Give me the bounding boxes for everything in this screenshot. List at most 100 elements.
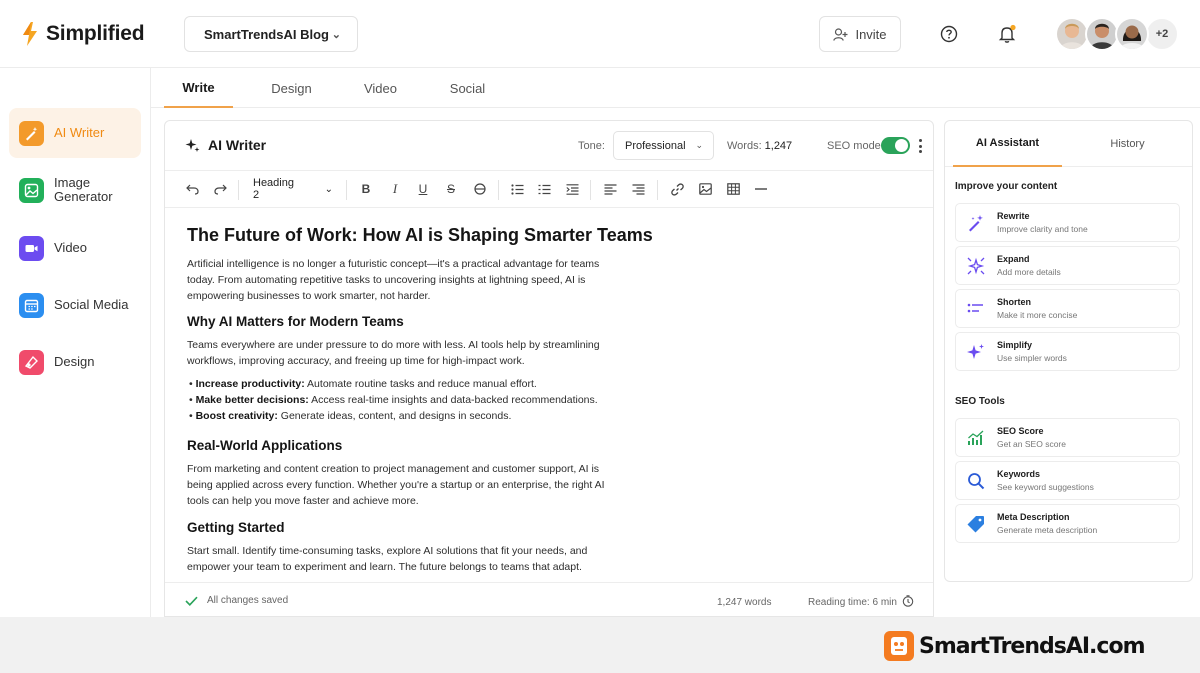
section-heading: Real-World Applications [187, 438, 343, 453]
more-members-badge[interactable]: +2 [1145, 17, 1179, 51]
card-title: Rewrite [997, 211, 1030, 221]
numbered-list-icon[interactable] [537, 180, 551, 198]
sidebar-item-video[interactable]: Video [9, 223, 141, 273]
list-item: • Increase productivity: Automate routin… [189, 378, 537, 390]
list-item-bold: Make better decisions: [195, 394, 309, 406]
underline-icon[interactable]: U [417, 180, 429, 198]
align-left-icon[interactable] [603, 180, 617, 198]
tab-video[interactable]: Video [346, 68, 415, 108]
heading-select[interactable]: Heading 2 ⌄ [253, 177, 333, 201]
card-subtitle: Add more details [997, 267, 1061, 277]
editor-header: AI Writer Tone: Professional ⌄ Words: 1,2… [165, 121, 933, 171]
undo-icon[interactable] [185, 180, 199, 198]
card-subtitle: Make it more concise [997, 310, 1078, 320]
expand-action[interactable]: Expand Add more details [955, 246, 1180, 285]
more-options-icon[interactable] [915, 137, 925, 155]
tab-history[interactable]: History [1073, 121, 1182, 167]
list-item: • Boost creativity: Generate ideas, cont… [189, 410, 512, 422]
logo-bolt-icon [23, 22, 37, 46]
seo-tools-heading: SEO Tools [955, 396, 1005, 407]
invite-label: Invite [855, 26, 887, 42]
insert-table-icon[interactable] [726, 180, 740, 198]
insert-image-icon[interactable] [698, 180, 712, 198]
editor-panel: AI Writer Tone: Professional ⌄ Words: 1,2… [164, 120, 934, 617]
shorten-action[interactable]: Shorten Make it more concise [955, 289, 1180, 328]
assistant-panel: AI Assistant History Improve your conten… [944, 120, 1193, 582]
sidebar-item-design[interactable]: Design [9, 337, 141, 387]
seo-mode-toggle[interactable] [881, 137, 910, 154]
list-item-text: Generate ideas, content, and designs in … [277, 410, 512, 422]
chart-icon [965, 427, 987, 449]
sidebar-item-social-media[interactable]: Social Media [9, 280, 141, 330]
invite-button[interactable]: Invite [819, 16, 901, 52]
brand-logo[interactable]: Simplified [20, 21, 145, 47]
editor-title: AI Writer [185, 137, 266, 153]
chevron-down-icon: ⌄ [331, 28, 341, 41]
assistant-tabs: AI Assistant History [945, 121, 1192, 167]
reading-time: Reading time: 6 min [808, 597, 897, 608]
words-value: 1,247 [764, 140, 793, 152]
tone-select[interactable]: Professional ⌄ [613, 131, 714, 160]
avatar[interactable] [1085, 17, 1119, 51]
formatting-toolbar: Heading 2 ⌄ B I U S [165, 171, 933, 208]
card-title: Simplify [997, 340, 1033, 350]
sidebar-item-label: Video [54, 240, 88, 255]
tab-write[interactable]: Write [164, 68, 233, 108]
mode-tabs: Write Design Video Social [151, 68, 1200, 108]
strikethrough-icon[interactable]: S [445, 180, 457, 198]
tab-design[interactable]: Design [257, 68, 326, 108]
simplify-action[interactable]: Simplify Use simpler words [955, 332, 1180, 371]
keywords-action[interactable]: Keywords See keyword suggestions [955, 461, 1180, 500]
clear-format-icon[interactable] [473, 180, 487, 198]
seo-score-action[interactable]: SEO Score Get an SEO score [955, 418, 1180, 457]
search-icon [965, 470, 987, 492]
sidebar-item-label: Social Media [54, 297, 129, 312]
save-status: All changes saved [185, 595, 288, 606]
calendar-icon [19, 292, 44, 318]
editor-title-text: AI Writer [208, 137, 267, 153]
list-item-text: Access real-time insights and data-backe… [308, 394, 598, 406]
check-icon [185, 596, 198, 606]
pen-sparkle-icon [19, 120, 44, 146]
bold-icon[interactable]: B [360, 180, 372, 198]
bullet-list-icon[interactable] [510, 180, 524, 198]
help-icon[interactable] [938, 23, 960, 45]
sparkle-icon [965, 341, 987, 363]
watermark-text: SmartTrendsAI.com [919, 633, 1145, 659]
align-right-icon[interactable] [631, 180, 645, 198]
indent-icon[interactable] [565, 180, 579, 198]
italic-icon[interactable]: I [389, 180, 401, 198]
team-avatars[interactable]: +2 [1055, 17, 1179, 51]
sidebar-item-label: Image Generator [54, 175, 113, 204]
app-window: Simplified SmartTrendsAI Blog ⌄ Invite +… [0, 0, 1200, 617]
card-subtitle: Generate meta description [997, 525, 1098, 535]
horizontal-rule-icon[interactable] [754, 180, 768, 198]
brand-name: Simplified [46, 22, 145, 45]
tab-social[interactable]: Social [433, 68, 502, 108]
improve-heading: Improve your content [955, 181, 1058, 192]
card-subtitle: Get an SEO score [997, 439, 1066, 449]
heading-select-value: Heading 2 [253, 177, 294, 201]
sidebar-item-ai-writer[interactable]: AI Writer [9, 108, 141, 158]
tone-value: Professional [625, 139, 686, 152]
workspace-selector[interactable]: SmartTrendsAI Blog ⌄ [184, 16, 358, 52]
card-title: Meta Description [997, 512, 1070, 522]
notification-bell-icon[interactable] [996, 23, 1018, 45]
sidebar-item-label: Design [54, 354, 95, 369]
words-label: Words: [727, 140, 762, 152]
paragraph: From marketing and content creation to p… [187, 463, 605, 507]
meta-description-action[interactable]: Meta Description Generate meta descriptio… [955, 504, 1180, 543]
paragraph: Artificial intelligence is no longer a f… [187, 258, 600, 302]
rewrite-action[interactable]: Rewrite Improve clarity and tone [955, 203, 1180, 242]
card-title: Expand [997, 254, 1030, 264]
redo-icon[interactable] [213, 180, 227, 198]
document-title: The Future of Work: How AI is Shaping Sm… [187, 225, 653, 245]
shapes-icon [19, 349, 44, 375]
avatar[interactable] [1055, 17, 1089, 51]
watermark-logo-icon [884, 631, 914, 661]
top-header: Simplified SmartTrendsAI Blog ⌄ Invite +… [0, 0, 1200, 68]
sidebar-item-image-generator[interactable]: Image Generator [9, 165, 141, 215]
avatar[interactable] [1115, 17, 1149, 51]
link-icon[interactable] [670, 180, 684, 198]
tab-ai-assistant[interactable]: AI Assistant [953, 121, 1062, 167]
